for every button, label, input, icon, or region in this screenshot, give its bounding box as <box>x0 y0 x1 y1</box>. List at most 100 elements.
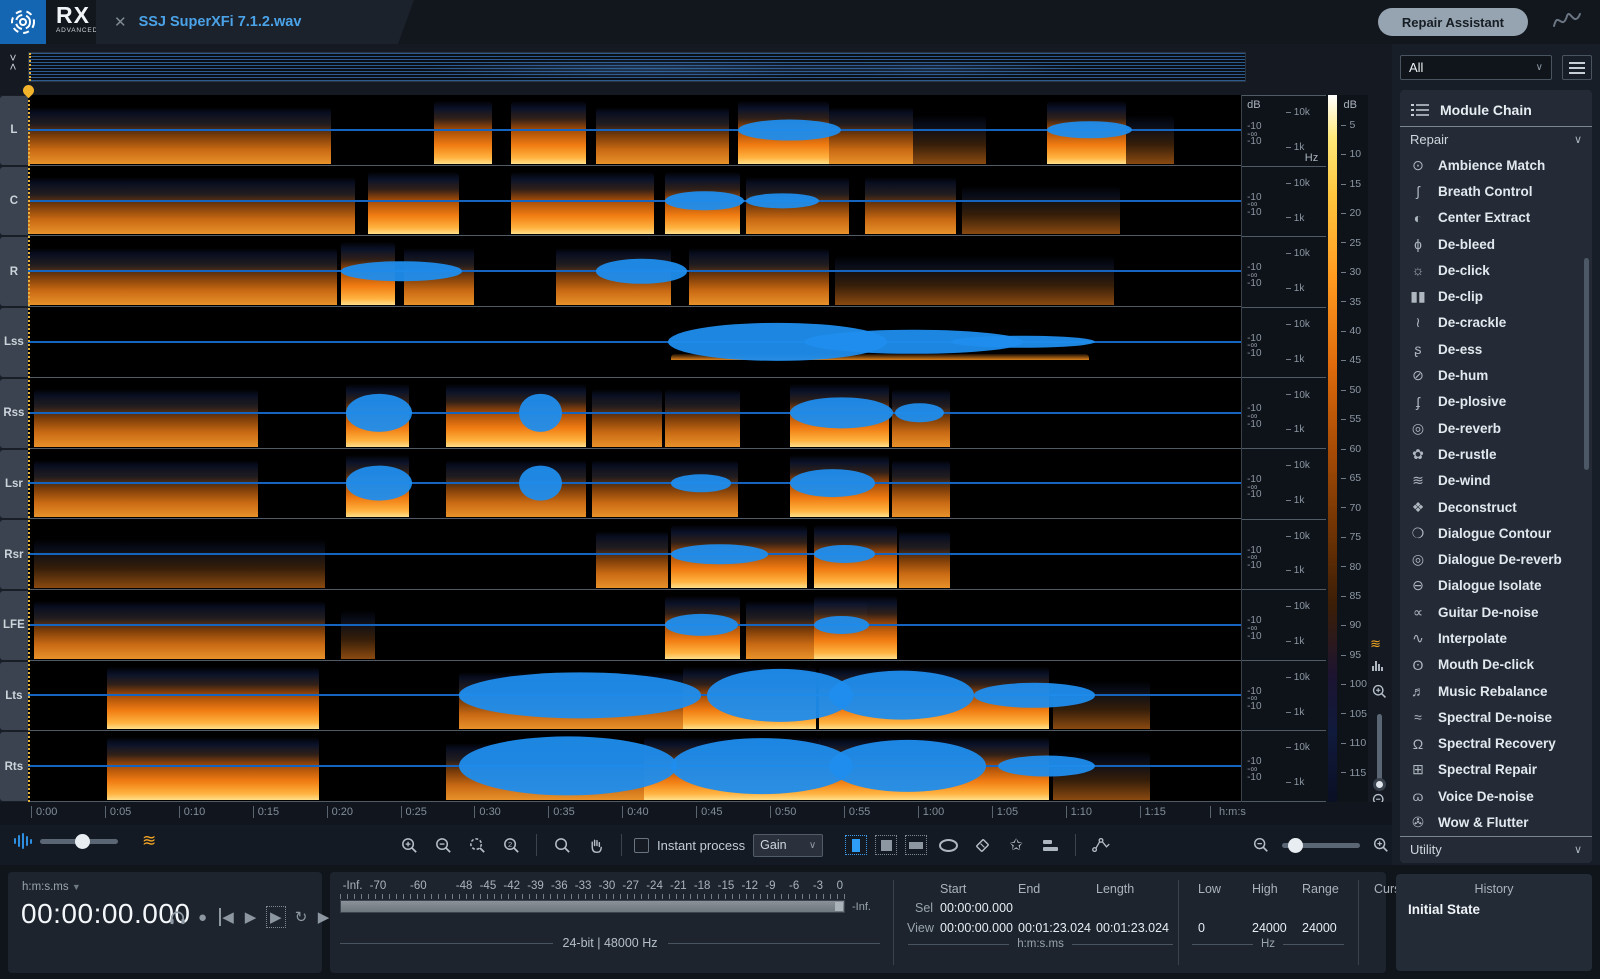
module-item-voice-de-noise[interactable]: ɷVoice De-noise <box>1400 783 1592 809</box>
module-item-guitar-de-noise[interactable]: ∝Guitar De-noise <box>1400 599 1592 625</box>
waveform-spectrogram-blend-slider[interactable] <box>40 839 118 844</box>
freq-range-value[interactable]: 24000 <box>1302 921 1337 935</box>
spectrogram-canvas[interactable] <box>28 95 1241 802</box>
tab-close-icon[interactable]: ✕ <box>114 13 127 31</box>
repair-section-header[interactable]: Repair∨ <box>1400 126 1592 152</box>
panel-menu-button[interactable] <box>1562 55 1592 80</box>
waveform-view-icon[interactable] <box>1372 661 1383 671</box>
module-item-de-crackle[interactable]: ≀De-crackle <box>1400 310 1592 336</box>
channel-tab-Rts[interactable]: Rts <box>0 732 28 801</box>
spectrogram-row-Lsr[interactable] <box>28 449 1241 520</box>
module-item-spectral-recovery[interactable]: ΩSpectral Recovery <box>1400 731 1592 757</box>
instant-process-checkbox[interactable] <box>634 838 649 853</box>
magic-wand-tool-button[interactable]: ✩ <box>1003 833 1029 857</box>
file-tab[interactable]: ✕ SSJ SuperXFi 7.1.2.wav <box>96 0 414 44</box>
panel-expand-arrow[interactable]: ❯ <box>1400 862 1592 863</box>
vertical-zoom-in-icon[interactable] <box>1371 683 1388 700</box>
waveform-overview-minimap[interactable] <box>28 52 1246 82</box>
module-filter-select[interactable]: All∨ <box>1400 55 1552 80</box>
module-item-deconstruct[interactable]: ❖Deconstruct <box>1400 494 1592 520</box>
frequency-selection-tool-button[interactable] <box>905 835 927 855</box>
module-item-de-rustle[interactable]: ✿De-rustle <box>1400 441 1592 467</box>
channel-tab-LFE[interactable]: LFE <box>0 591 28 660</box>
module-item-de-hum[interactable]: ⊘De-hum <box>1400 362 1592 388</box>
module-item-breath-control[interactable]: ʃBreath Control <box>1400 178 1592 204</box>
horizontal-zoom-out-icon[interactable] <box>1248 833 1274 857</box>
module-item-center-extract[interactable]: ◐Center Extract <box>1400 205 1592 231</box>
repair-assistant-button[interactable]: Repair Assistant <box>1378 8 1528 36</box>
go-to-start-button[interactable]: ◀ <box>218 906 235 928</box>
history-entry[interactable]: Initial State <box>1396 896 1592 917</box>
module-item-de-ess[interactable]: ʂDe-ess <box>1400 336 1592 362</box>
signal-flow-icon[interactable] <box>1088 833 1114 857</box>
module-item-de-clip[interactable]: ▮▮De-clip <box>1400 283 1592 309</box>
channel-tab-L[interactable]: L <box>0 96 28 165</box>
spectrogram-row-L[interactable] <box>28 95 1241 166</box>
time-frequency-selection-tool-button[interactable] <box>875 835 897 855</box>
spectrogram-row-Lts[interactable] <box>28 661 1241 732</box>
zoom-to-selection-button[interactable] <box>464 833 490 857</box>
channel-tab-C[interactable]: C <box>0 167 28 236</box>
channel-tab-Lts[interactable]: Lts <box>0 662 28 731</box>
magnify-tool-button[interactable] <box>549 833 575 857</box>
playhead-timecode[interactable]: 00:00:00.000 <box>21 898 191 930</box>
spectrogram-row-R[interactable] <box>28 236 1241 307</box>
module-item-music-rebalance[interactable]: ♬Music Rebalance <box>1400 678 1592 704</box>
level-meter[interactable] <box>340 900 845 913</box>
spectrogram-row-Rts[interactable] <box>28 731 1241 802</box>
play-selection-button[interactable]: ▶ <box>266 906 286 928</box>
module-list-scrollbar[interactable] <box>1584 258 1589 470</box>
time-format-select[interactable]: h:m:s.ms ▼ <box>22 881 81 893</box>
vertical-zoom-knob[interactable] <box>1373 778 1386 791</box>
zoom-out-button[interactable] <box>430 833 456 857</box>
module-item-interpolate[interactable]: ∿Interpolate <box>1400 625 1592 651</box>
channel-tab-Lss[interactable]: Lss <box>0 308 28 377</box>
horizontal-zoom-knob[interactable] <box>1288 838 1303 853</box>
zoom-in-button[interactable] <box>396 833 422 857</box>
module-item-de-reverb[interactable]: ◎De-reverb <box>1400 415 1592 441</box>
zoom-back-button[interactable]: 2 <box>498 833 524 857</box>
freq-high-value[interactable]: 24000 <box>1252 921 1287 935</box>
channel-tab-Rss[interactable]: Rss <box>0 379 28 448</box>
view-end-value[interactable]: 00:01:23.024 <box>1018 921 1091 935</box>
module-item-de-wind[interactable]: ≋De-wind <box>1400 468 1592 494</box>
vertical-zoom-slider[interactable] <box>1377 714 1382 781</box>
selection-start-value[interactable]: 00:00:00.000 <box>940 901 1013 915</box>
instant-process-mode-select[interactable]: Gain∨ <box>753 834 823 857</box>
spectrogram-row-Lss[interactable] <box>28 307 1241 378</box>
flatten-selection-tool-button[interactable] <box>1037 833 1063 857</box>
view-length-value[interactable]: 00:01:23.024 <box>1096 921 1169 935</box>
channel-tab-Rsr[interactable]: Rsr <box>0 520 28 589</box>
time-ruler[interactable]: 0:000:050:100:150:200:250:300:350:400:45… <box>0 802 1392 825</box>
time-selection-tool-button[interactable] <box>845 835 867 855</box>
freq-low-value[interactable]: 0 <box>1198 921 1205 935</box>
spectrogram-row-LFE[interactable] <box>28 590 1241 661</box>
module-item-wow-flutter[interactable]: ✇Wow & Flutter <box>1400 809 1592 835</box>
utility-section-header[interactable]: Utility∨ <box>1400 836 1592 862</box>
waveform-blend-icon[interactable] <box>14 833 32 849</box>
hand-grab-tool-button[interactable] <box>583 833 609 857</box>
horizontal-zoom-in-icon[interactable] <box>1368 833 1394 857</box>
module-item-de-bleed[interactable]: ɸDe-bleed <box>1400 231 1592 257</box>
blend-slider-knob[interactable] <box>75 834 90 849</box>
module-item-de-click[interactable]: ☼De-click <box>1400 257 1592 283</box>
spectrogram-blend-icon[interactable]: ≋ <box>142 833 156 849</box>
loop-button[interactable]: ↻ <box>293 906 310 928</box>
module-item-de-plosive[interactable]: ʄDe-plosive <box>1400 389 1592 415</box>
record-button[interactable]: ● <box>194 906 211 928</box>
spectrogram-row-Rss[interactable] <box>28 378 1241 449</box>
view-start-value[interactable]: 00:00:00.000 <box>940 921 1013 935</box>
play-button[interactable]: ▶ <box>242 906 259 928</box>
lasso-selection-tool-button[interactable] <box>935 833 961 857</box>
monitor-button[interactable] <box>168 906 187 928</box>
module-item-ambience-match[interactable]: ⊙Ambience Match <box>1400 152 1592 178</box>
module-item-dialogue-isolate[interactable]: ⊖Dialogue Isolate <box>1400 573 1592 599</box>
brush-selection-tool-button[interactable] <box>969 833 995 857</box>
spectrogram-row-Rsr[interactable] <box>28 519 1241 590</box>
module-item-dialogue-de-reverb[interactable]: ◎Dialogue De-reverb <box>1400 546 1592 572</box>
module-item-spectral-de-noise[interactable]: ≈Spectral De-noise <box>1400 704 1592 730</box>
channel-tab-R[interactable]: R <box>0 237 28 306</box>
spectrogram-view-icon[interactable]: ≋ <box>1370 636 1381 652</box>
spectrogram-row-C[interactable] <box>28 166 1241 237</box>
module-item-mouth-de-click[interactable]: ʘMouth De-click <box>1400 652 1592 678</box>
